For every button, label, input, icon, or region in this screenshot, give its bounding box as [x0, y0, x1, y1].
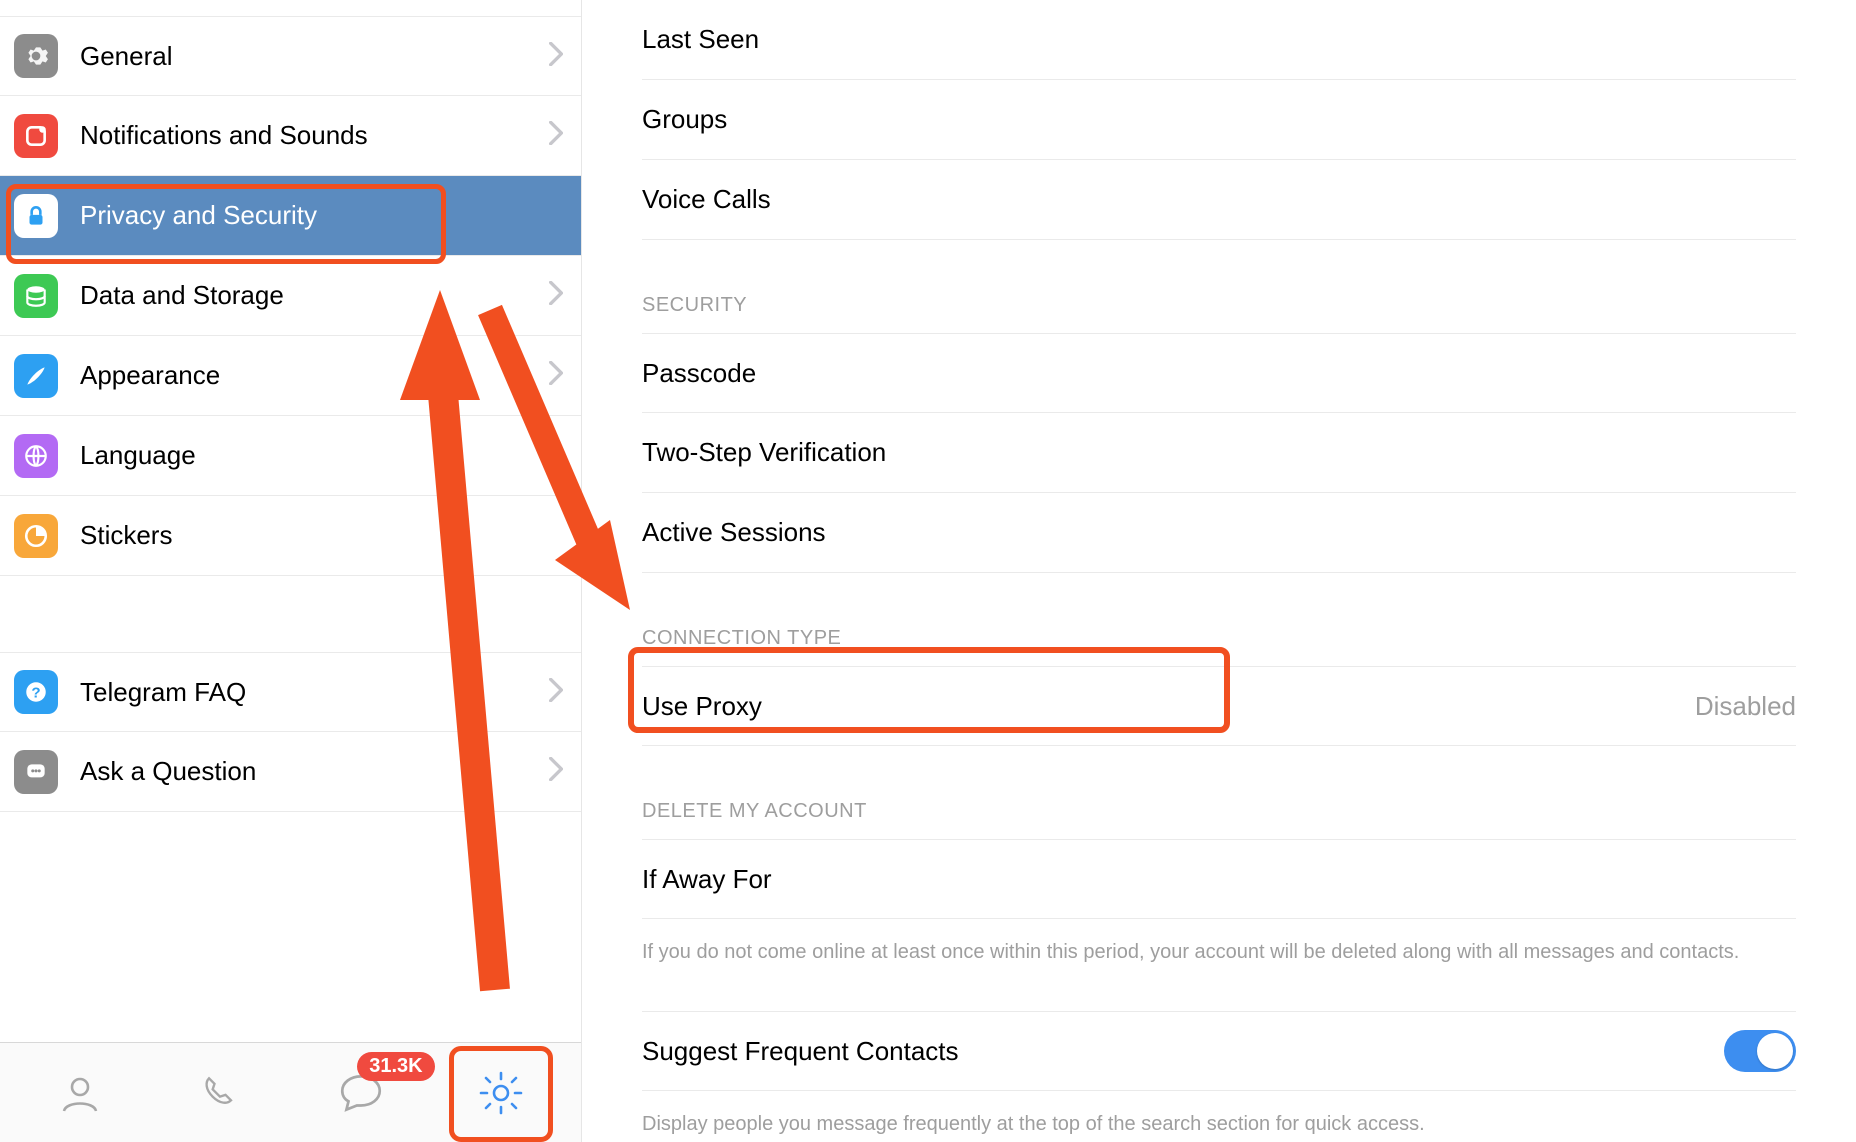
row-label: Groups — [642, 104, 1796, 135]
row-two-step-verification[interactable]: Two-Step Verification — [642, 413, 1796, 493]
app-root: General Notifications and Sounds Privacy… — [0, 0, 1856, 1142]
lock-icon — [14, 194, 58, 238]
row-value: Disabled — [1695, 691, 1796, 722]
sidebar-item-language[interactable]: Language — [0, 416, 581, 496]
sidebar-label: Stickers — [80, 520, 563, 551]
section-header-security: SECURITY — [642, 294, 1796, 317]
suggest-description: Display people you message frequently at… — [642, 1109, 1792, 1139]
tab-calls[interactable] — [180, 1058, 260, 1128]
bottom-tabbar: 31.3K — [0, 1042, 581, 1142]
sidebar-item-general[interactable]: General — [0, 16, 581, 96]
chevron-right-icon — [549, 281, 563, 310]
row-use-proxy[interactable]: Use Proxy Disabled — [642, 666, 1796, 746]
sidebar-item-notifications[interactable]: Notifications and Sounds — [0, 96, 581, 176]
unread-badge: 31.3K — [357, 1052, 434, 1081]
row-suggest-contacts[interactable]: Suggest Frequent Contacts — [642, 1011, 1796, 1091]
settings-sidebar: General Notifications and Sounds Privacy… — [0, 0, 582, 1142]
delete-description: If you do not come online at least once … — [642, 937, 1792, 967]
chevron-right-icon — [549, 678, 563, 707]
toggle-switch[interactable] — [1724, 1030, 1796, 1072]
tab-settings[interactable] — [461, 1058, 541, 1128]
bell-icon — [14, 114, 58, 158]
gear-icon — [14, 34, 58, 78]
row-last-seen[interactable]: Last Seen — [642, 0, 1796, 80]
tab-contacts[interactable] — [40, 1058, 120, 1128]
sidebar-label: Data and Storage — [80, 280, 549, 311]
chevron-right-icon — [549, 42, 563, 71]
section-header-connection: CONNECTION TYPE — [642, 627, 1796, 650]
tab-chats[interactable]: 31.3K — [321, 1058, 401, 1128]
row-label: If Away For — [642, 864, 1796, 895]
sidebar-list: General Notifications and Sounds Privacy… — [0, 0, 581, 1042]
help-icon: ? — [14, 670, 58, 714]
content-panel: Last Seen Groups Voice Calls SECURITY Pa… — [582, 0, 1856, 1142]
sidebar-label: Telegram FAQ — [80, 677, 549, 708]
row-label: Two-Step Verification — [642, 437, 1796, 468]
sidebar-spacer — [0, 576, 581, 636]
database-icon — [14, 274, 58, 318]
brush-icon — [14, 354, 58, 398]
sidebar-label: General — [80, 41, 549, 72]
row-label: Last Seen — [642, 24, 1796, 55]
sidebar-item-data-storage[interactable]: Data and Storage — [0, 256, 581, 336]
row-voice-calls[interactable]: Voice Calls — [642, 160, 1796, 240]
sidebar-label: Privacy and Security — [80, 200, 563, 231]
sidebar-label: Language — [80, 440, 563, 471]
row-if-away-for[interactable]: If Away For — [642, 839, 1796, 919]
sidebar-label: Appearance — [80, 360, 549, 391]
sticker-icon — [14, 514, 58, 558]
chevron-right-icon — [549, 121, 563, 150]
sidebar-item-privacy-security[interactable]: Privacy and Security — [0, 176, 581, 256]
sidebar-item-appearance[interactable]: Appearance — [0, 336, 581, 416]
chevron-right-icon — [549, 361, 563, 390]
section-header-delete: DELETE MY ACCOUNT — [642, 800, 1796, 823]
row-passcode[interactable]: Passcode — [642, 333, 1796, 413]
row-label: Suggest Frequent Contacts — [642, 1036, 1724, 1067]
row-label: Active Sessions — [642, 517, 1796, 548]
row-label: Voice Calls — [642, 184, 1796, 215]
globe-icon — [14, 434, 58, 478]
sidebar-label: Ask a Question — [80, 756, 549, 787]
chevron-right-icon — [549, 757, 563, 786]
row-label: Passcode — [642, 358, 1796, 389]
row-active-sessions[interactable]: Active Sessions — [642, 493, 1796, 573]
sidebar-label: Notifications and Sounds — [80, 120, 549, 151]
row-label: Use Proxy — [642, 691, 1695, 722]
svg-text:?: ? — [31, 684, 40, 701]
sidebar-item-faq[interactable]: ? Telegram FAQ — [0, 652, 581, 732]
chat-icon — [14, 750, 58, 794]
toggle-knob — [1757, 1033, 1793, 1069]
sidebar-item-ask-question[interactable]: Ask a Question — [0, 732, 581, 812]
row-groups[interactable]: Groups — [642, 80, 1796, 160]
sidebar-item-stickers[interactable]: Stickers — [0, 496, 581, 576]
